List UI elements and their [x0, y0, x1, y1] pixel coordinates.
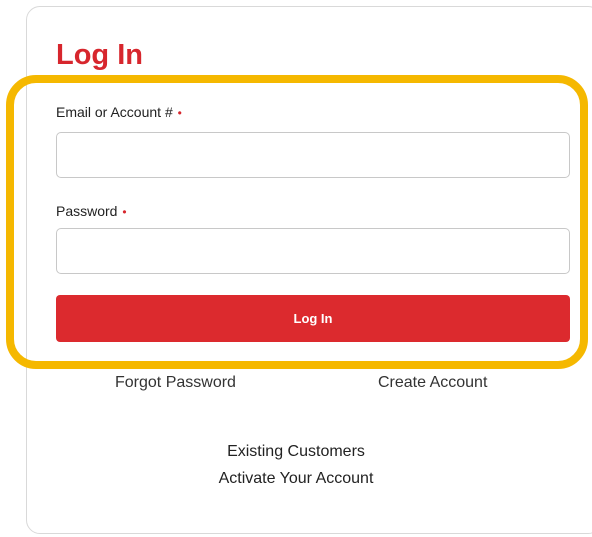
page-title: Log In — [56, 39, 143, 71]
email-label: Email or Account # • — [56, 104, 182, 121]
activate-account-link[interactable]: Activate Your Account — [0, 470, 592, 488]
password-label: Password • — [56, 203, 127, 220]
create-account-link[interactable]: Create Account — [378, 374, 487, 392]
existing-customers-heading: Existing Customers — [227, 443, 365, 460]
login-page: Log In Email or Account # • Password • L… — [0, 0, 592, 537]
email-field[interactable] — [56, 132, 570, 178]
login-button[interactable]: Log In — [56, 295, 570, 342]
required-marker: • — [177, 106, 182, 120]
password-field[interactable] — [56, 228, 570, 274]
password-label-text: Password — [56, 203, 118, 219]
forgot-password-link[interactable]: Forgot Password — [115, 374, 236, 392]
email-label-text: Email or Account # — [56, 104, 173, 120]
required-marker: • — [122, 205, 127, 219]
